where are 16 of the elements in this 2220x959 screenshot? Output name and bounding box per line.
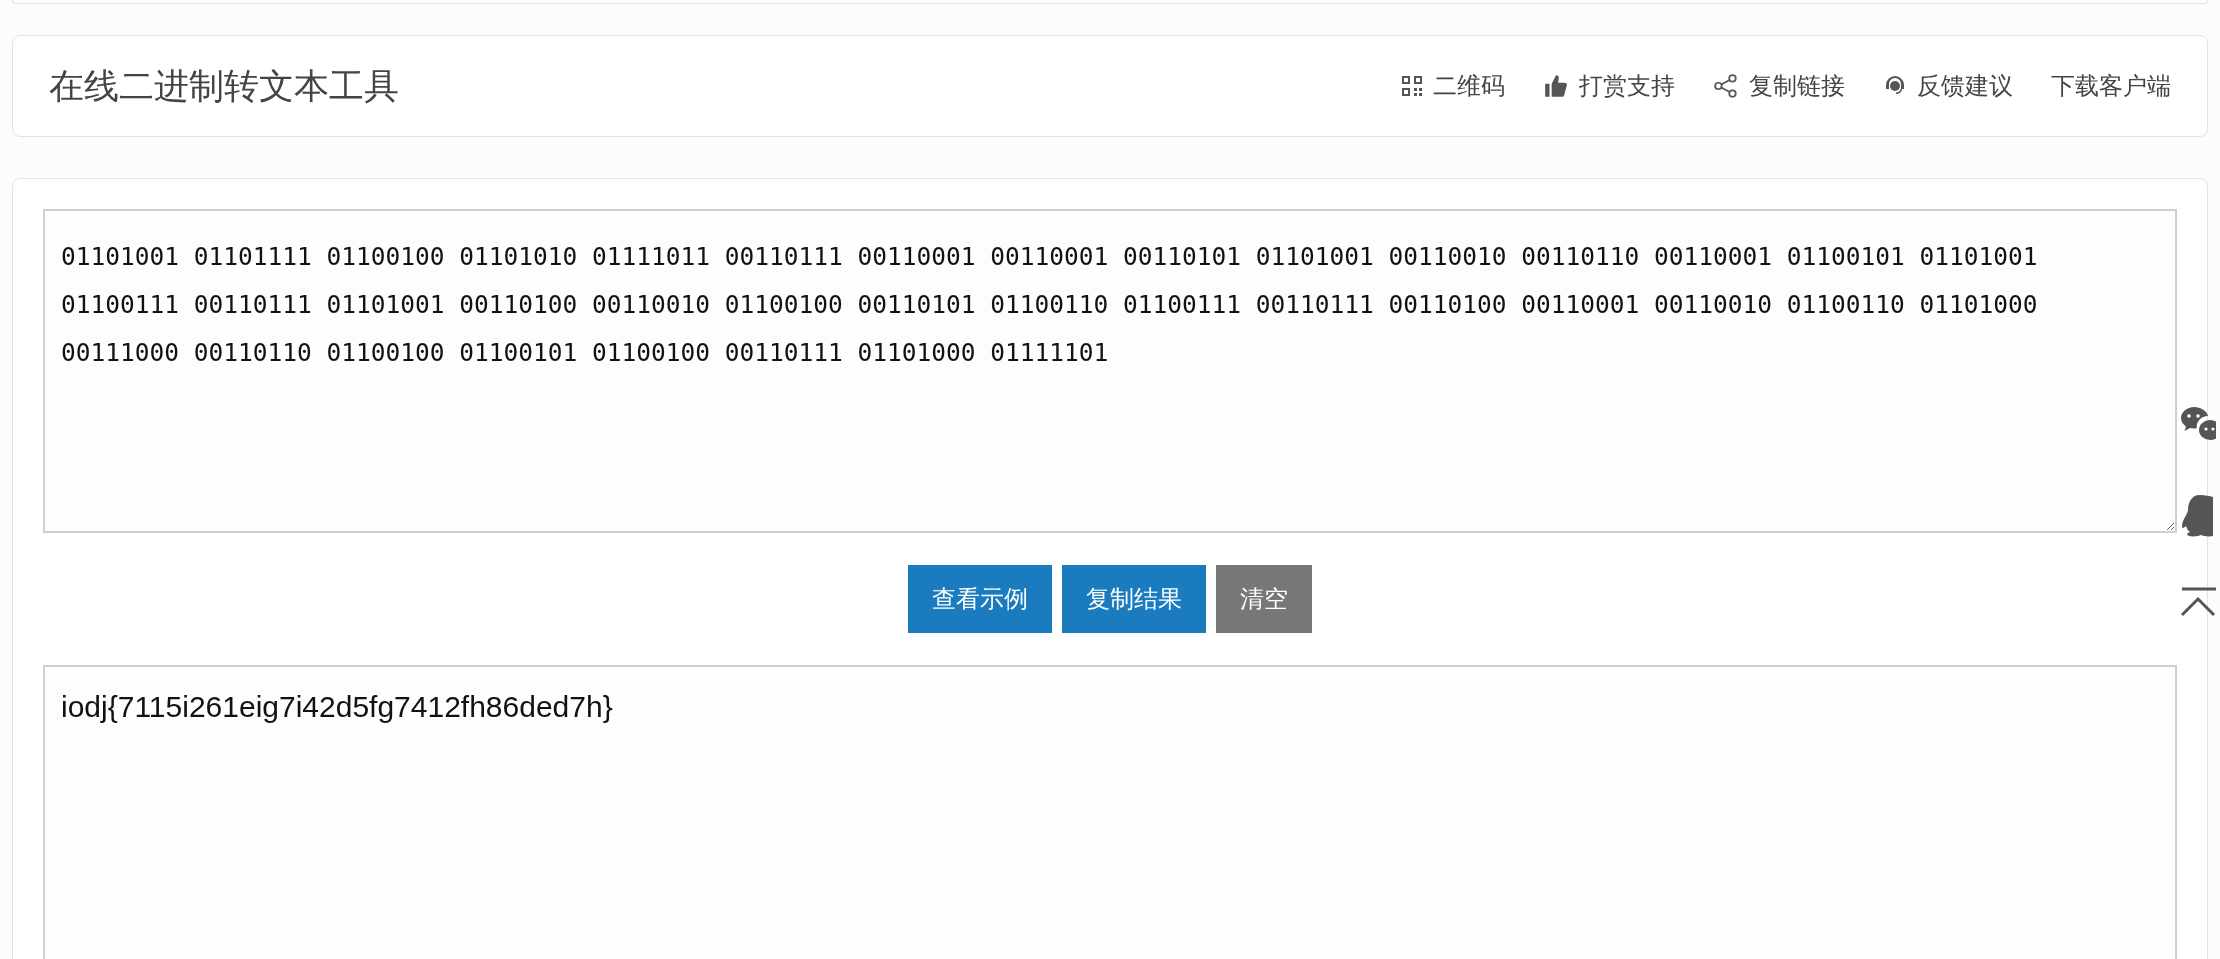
nav-link[interactable]: 复制链接 bbox=[1713, 68, 1845, 104]
thumbs-up-icon bbox=[1543, 73, 1569, 99]
text-output-field[interactable]: iodj{7115i261eig7i42d5fg7412fh86ded7h} bbox=[43, 665, 2177, 959]
action-button[interactable]: 复制结果 bbox=[1062, 565, 1206, 633]
action-button[interactable]: 查看示例 bbox=[908, 565, 1052, 633]
nav-link[interactable]: 二维码 bbox=[1401, 68, 1505, 104]
back-to-top-icon[interactable] bbox=[2180, 587, 2216, 617]
share-icon bbox=[1713, 73, 1739, 99]
nav-link[interactable]: 反馈建议 bbox=[1883, 68, 2013, 104]
nav-link[interactable]: 下载客户端 bbox=[2051, 68, 2171, 104]
binary-input-field[interactable]: 01101001 01101111 01100100 01101010 01111011 00110111 00110001 00110001 00110101 01101001 00110010 00110110 00110001 01100101 01101001 01100111 00110111 01101001 00110100 00110010 01100100 00110101 01100110 01100111 00110111 00110100 00110001 00110010 01100110 01101000 00111000 00110110 01100100 01100101 01100100 00110111 01101000 01111101 bbox=[43, 209, 2177, 533]
nav-link[interactable]: 打赏支持 bbox=[1543, 68, 1675, 104]
qr-code-icon bbox=[1401, 75, 1423, 97]
penguin-icon[interactable] bbox=[2180, 493, 2216, 539]
clear-button[interactable]: 清空 bbox=[1216, 565, 1312, 633]
page-title: 在线二进制转文本工具 bbox=[49, 64, 399, 107]
